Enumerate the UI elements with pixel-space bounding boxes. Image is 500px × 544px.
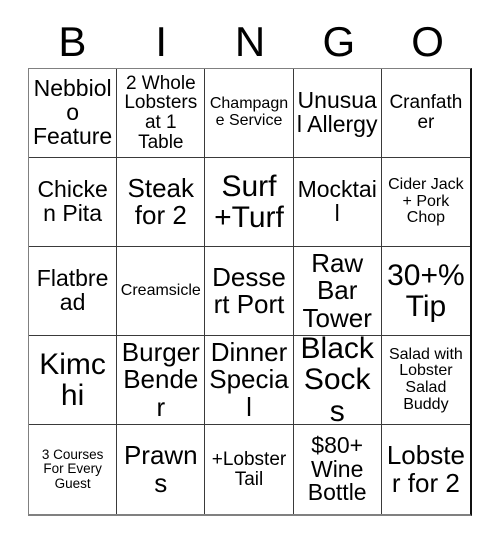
bingo-cell-label: Nebbiolo Feature — [32, 75, 113, 149]
bingo-cell-label: 3 Courses For Every Guest — [41, 447, 104, 491]
bingo-cell-label: 30+% Tip — [387, 258, 465, 323]
bingo-cell-label: Creamsicle — [120, 281, 201, 299]
bingo-cell-label: Surf +Turf — [214, 169, 284, 234]
bingo-cell-label: Burger Bender — [121, 337, 200, 422]
bingo-cell[interactable]: +Lobster Tail — [205, 425, 294, 514]
bingo-cell-label: +Lobster Tail — [211, 448, 287, 490]
bingo-cell[interactable]: Unusual Allergy — [293, 69, 382, 158]
bingo-cell-label: Prawns — [123, 440, 198, 498]
bingo-cell-label: Dinner Special — [209, 337, 289, 422]
bingo-cell[interactable]: Steak for 2 — [117, 158, 206, 247]
bingo-cell-label: 2 Whole Lobsters at 1 Table — [124, 72, 198, 153]
bingo-cell[interactable]: 2 Whole Lobsters at 1 Table — [117, 69, 206, 158]
header-letter-g: G — [322, 18, 356, 65]
bingo-cell[interactable]: Black Socks — [293, 336, 382, 425]
bingo-card: B I N G O Nebbiolo Feature 2 Whole Lobst… — [0, 0, 500, 544]
bingo-cell-label: Dessert Port — [212, 261, 286, 319]
bingo-cell-label: Steak for 2 — [127, 172, 195, 230]
bingo-cell-label: Cider Jack + Pork Chop — [388, 176, 464, 227]
bingo-cell-label: Unusual Allergy — [296, 87, 378, 137]
bingo-cell[interactable]: Mocktail — [293, 158, 382, 247]
bingo-cell-label: Kimchi — [39, 347, 106, 412]
bingo-cell[interactable]: Surf +Turf — [205, 158, 294, 247]
bingo-cell-label: Chicken Pita — [37, 176, 108, 226]
bingo-cell-label: Black Socks — [300, 336, 374, 425]
bingo-cell[interactable]: Prawns — [117, 425, 206, 514]
bingo-cell-label: Champagne Service — [209, 95, 289, 129]
bingo-cell[interactable]: Salad with Lobster Salad Buddy — [381, 336, 470, 425]
bingo-cell-label: Cranfather — [389, 92, 463, 133]
bingo-cell-label: $80+ Wine Bottle — [307, 431, 367, 506]
header-letter-b: B — [58, 18, 87, 65]
bingo-cell[interactable]: 3 Courses For Every Guest — [29, 425, 118, 514]
bingo-cell[interactable]: Dinner Special — [205, 336, 294, 425]
bingo-grid: Nebbiolo Feature 2 Whole Lobsters at 1 T… — [28, 68, 472, 516]
bingo-cell[interactable]: Creamsicle — [117, 247, 206, 336]
bingo-cell[interactable]: Flatbread — [29, 247, 118, 336]
bingo-cell[interactable]: Lobster for 2 — [381, 425, 470, 514]
bingo-cell[interactable]: Kimchi — [29, 336, 118, 425]
bingo-cell-label: Mocktail — [297, 176, 377, 226]
bingo-cell[interactable]: Champagne Service — [205, 69, 294, 158]
bingo-cell[interactable]: $80+ Wine Bottle — [293, 425, 382, 514]
bingo-cell[interactable]: Chicken Pita — [29, 158, 118, 247]
bingo-cell-label: Lobster for 2 — [386, 440, 465, 498]
bingo-cell[interactable]: Burger Bender — [117, 336, 206, 425]
bingo-cell[interactable]: Cider Jack + Pork Chop — [381, 158, 470, 247]
header-letter-n: N — [234, 18, 266, 65]
bingo-cell-label: Raw Bar Tower — [302, 248, 372, 333]
header-letter-o: O — [411, 18, 444, 65]
bingo-cell-label: Flatbread — [36, 265, 109, 315]
bingo-cell-label: Salad with Lobster Salad Buddy — [388, 345, 463, 413]
header-letter-i: I — [155, 18, 168, 65]
bingo-header: B I N G O — [28, 18, 472, 66]
bingo-cell[interactable]: Dessert Port — [205, 247, 294, 336]
bingo-cell[interactable]: Nebbiolo Feature — [29, 69, 118, 158]
bingo-cell[interactable]: Raw Bar Tower — [293, 247, 382, 336]
bingo-cell[interactable]: 30+% Tip — [381, 247, 470, 336]
bingo-cell[interactable]: Cranfather — [381, 69, 470, 158]
